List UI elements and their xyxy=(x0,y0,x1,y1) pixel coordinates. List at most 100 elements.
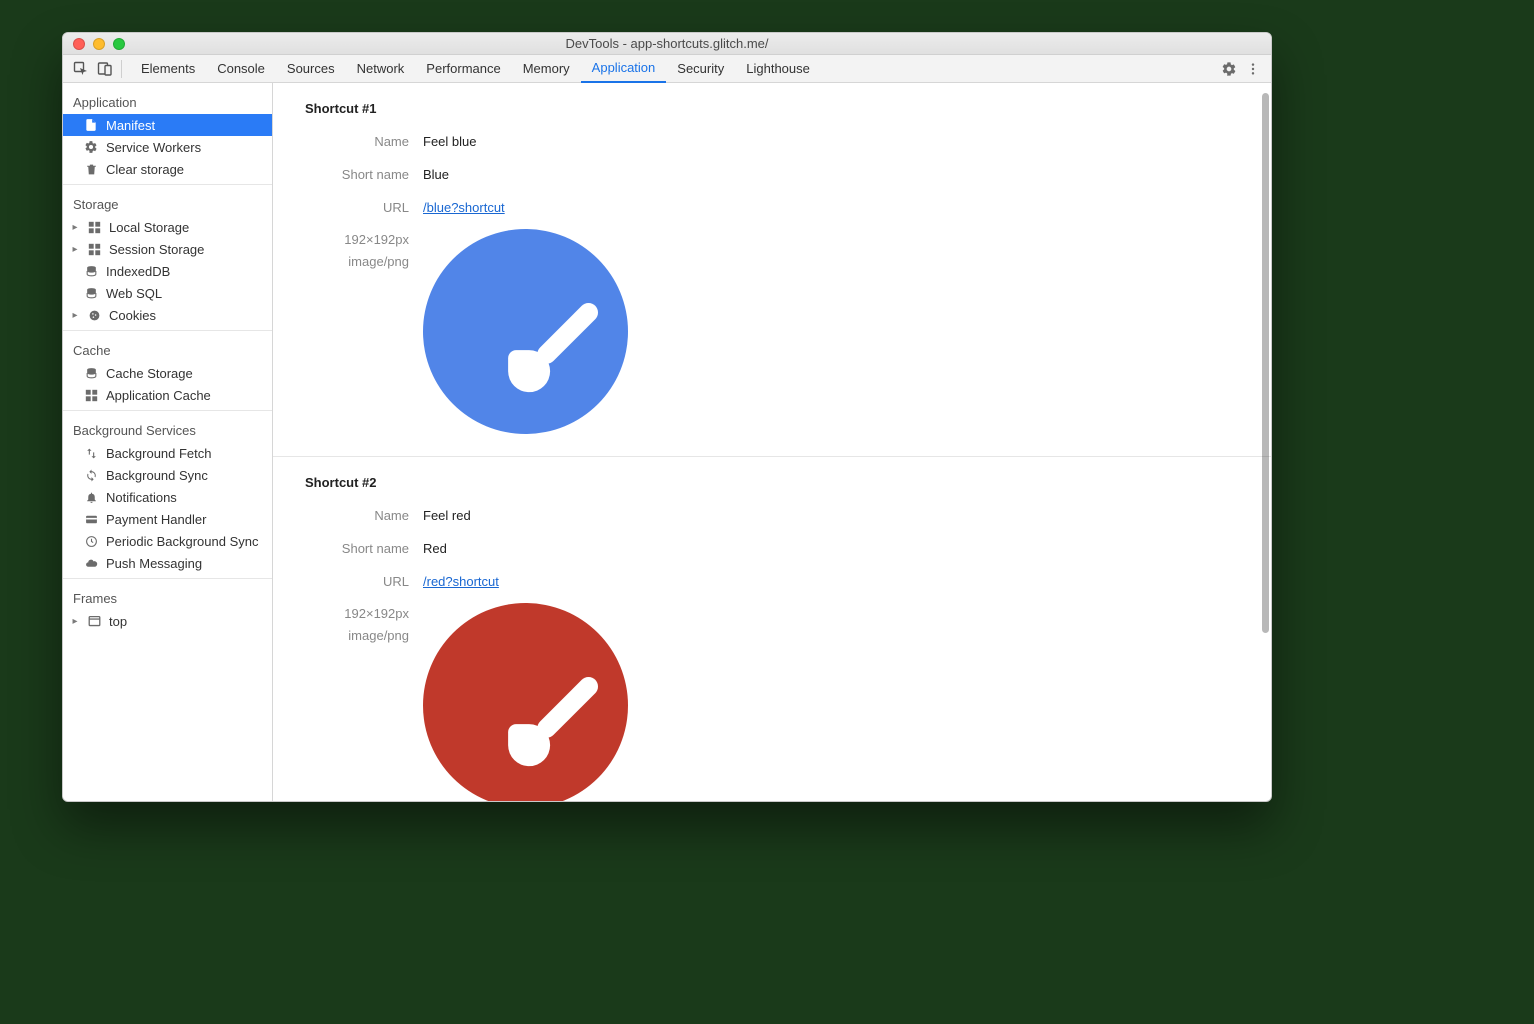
sidebar-item-session-storage[interactable]: ▸ Session Storage xyxy=(63,238,272,260)
sidebar-item-label: Background Fetch xyxy=(106,446,212,461)
sidebar-item-label: Manifest xyxy=(106,118,155,133)
window-zoom-icon[interactable] xyxy=(113,38,125,50)
trash-icon xyxy=(83,161,99,177)
devtools-tabbar: Elements Console Sources Network Perform… xyxy=(63,55,1271,83)
sidebar-item-web-sql[interactable]: Web SQL xyxy=(63,282,272,304)
shortcut-short-name: Blue xyxy=(423,167,449,182)
sidebar-item-notifications[interactable]: Notifications xyxy=(63,486,272,508)
sidebar-item-service-workers[interactable]: Service Workers xyxy=(63,136,272,158)
window-icon xyxy=(86,613,102,629)
sidebar-item-payment-handler[interactable]: Payment Handler xyxy=(63,508,272,530)
inspect-element-icon[interactable] xyxy=(69,57,93,81)
clock-icon xyxy=(83,533,99,549)
settings-gear-icon[interactable] xyxy=(1217,57,1241,81)
shortcut-name: Feel red xyxy=(423,508,471,523)
swap-vert-icon xyxy=(83,445,99,461)
sidebar-item-label: Cookies xyxy=(109,308,156,323)
brush-icon xyxy=(480,286,614,420)
sidebar-item-clear-storage[interactable]: Clear storage xyxy=(63,158,272,180)
more-vert-icon[interactable] xyxy=(1241,57,1265,81)
sidebar-item-background-fetch[interactable]: Background Fetch xyxy=(63,442,272,464)
tab-lighthouse[interactable]: Lighthouse xyxy=(735,55,821,83)
shortcut-heading: Shortcut #1 xyxy=(273,101,1271,130)
sidebar-item-indexeddb[interactable]: IndexedDB xyxy=(63,260,272,282)
field-label: URL xyxy=(273,200,423,215)
sidebar-item-local-storage[interactable]: ▸ Local Storage xyxy=(63,216,272,238)
icon-mime: image/png xyxy=(273,251,409,273)
expand-icon[interactable]: ▸ xyxy=(71,244,79,255)
icon-size: 192×192px xyxy=(273,603,409,625)
window-title: DevTools - app-shortcuts.glitch.me/ xyxy=(63,36,1271,51)
sidebar-item-label: Service Workers xyxy=(106,140,201,155)
shortcut-url-link[interactable]: /red?shortcut xyxy=(423,574,499,589)
tab-performance[interactable]: Performance xyxy=(415,55,511,83)
sidebar-item-application-cache[interactable]: Application Cache xyxy=(63,384,272,406)
field-label: Short name xyxy=(273,167,423,182)
shortcut-url-link[interactable]: /blue?shortcut xyxy=(423,200,505,215)
tab-console[interactable]: Console xyxy=(206,55,276,83)
titlebar: DevTools - app-shortcuts.glitch.me/ xyxy=(63,33,1271,55)
sidebar-item-background-sync[interactable]: Background Sync xyxy=(63,464,272,486)
sidebar-item-label: Notifications xyxy=(106,490,177,505)
icon-size: 192×192px xyxy=(273,229,409,251)
tab-network[interactable]: Network xyxy=(346,55,416,83)
database-icon xyxy=(83,285,99,301)
window-minimize-icon[interactable] xyxy=(93,38,105,50)
cloud-icon xyxy=(83,555,99,571)
toggle-device-icon[interactable] xyxy=(93,57,117,81)
icon-mime: image/png xyxy=(273,625,409,647)
gear-icon xyxy=(83,139,99,155)
sidebar-item-periodic-background-sync[interactable]: Periodic Background Sync xyxy=(63,530,272,552)
sidebar-item-cookies[interactable]: ▸ Cookies xyxy=(63,304,272,326)
expand-icon[interactable]: ▸ xyxy=(71,310,79,321)
tab-memory[interactable]: Memory xyxy=(512,55,581,83)
window-close-icon[interactable] xyxy=(73,38,85,50)
sync-icon xyxy=(83,467,99,483)
expand-icon[interactable]: ▸ xyxy=(71,222,79,233)
sidebar-item-label: Local Storage xyxy=(109,220,189,235)
sidebar-item-label: Payment Handler xyxy=(106,512,206,527)
expand-icon[interactable]: ▸ xyxy=(71,616,79,627)
database-icon xyxy=(83,263,99,279)
database-icon xyxy=(83,365,99,381)
sidebar-item-manifest[interactable]: Manifest xyxy=(63,114,272,136)
grid-icon xyxy=(86,241,102,257)
scrollbar[interactable] xyxy=(1262,93,1269,633)
sidebar-item-label: Push Messaging xyxy=(106,556,202,571)
section-storage: Storage xyxy=(63,189,272,216)
tab-security[interactable]: Security xyxy=(666,55,735,83)
sidebar-item-label: Cache Storage xyxy=(106,366,193,381)
shortcut-heading: Shortcut #2 xyxy=(273,475,1271,504)
file-icon xyxy=(83,117,99,133)
sidebar-item-top-frame[interactable]: ▸ top xyxy=(63,610,272,632)
section-frames: Frames xyxy=(63,583,272,610)
field-label: Name xyxy=(273,134,423,149)
cookie-icon xyxy=(86,307,102,323)
sidebar-item-push-messaging[interactable]: Push Messaging xyxy=(63,552,272,574)
section-cache: Cache xyxy=(63,335,272,362)
sidebar-item-label: top xyxy=(109,614,127,629)
sidebar-item-cache-storage[interactable]: Cache Storage xyxy=(63,362,272,384)
shortcut-icon xyxy=(423,603,628,801)
sidebar-item-label: Periodic Background Sync xyxy=(106,534,258,549)
sidebar-item-label: Clear storage xyxy=(106,162,184,177)
shortcut-icon xyxy=(423,229,628,434)
tab-application[interactable]: Application xyxy=(581,55,667,83)
grid-icon xyxy=(86,219,102,235)
section-application: Application xyxy=(63,87,272,114)
brush-icon xyxy=(480,660,614,794)
shortcut-card-2: Shortcut #2 NameFeel red Short nameRed U… xyxy=(273,457,1271,801)
field-label: Short name xyxy=(273,541,423,556)
application-sidebar: Application Manifest Service Workers Cle… xyxy=(63,83,273,801)
field-label: URL xyxy=(273,574,423,589)
credit-card-icon xyxy=(83,511,99,527)
manifest-pane: Shortcut #1 NameFeel blue Short nameBlue… xyxy=(273,83,1271,801)
sidebar-item-label: IndexedDB xyxy=(106,264,170,279)
grid-icon xyxy=(83,387,99,403)
sidebar-item-label: Web SQL xyxy=(106,286,162,301)
tab-sources[interactable]: Sources xyxy=(276,55,346,83)
field-label: Name xyxy=(273,508,423,523)
tab-elements[interactable]: Elements xyxy=(130,55,206,83)
bell-icon xyxy=(83,489,99,505)
shortcut-name: Feel blue xyxy=(423,134,476,149)
